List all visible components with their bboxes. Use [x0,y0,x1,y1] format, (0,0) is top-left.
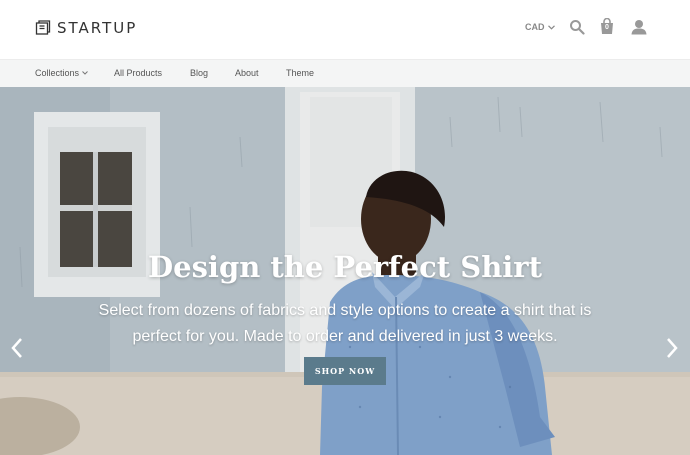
hero-subtitle-line: Select from dozens of fabrics and style … [98,302,592,319]
main-navigation: Collections All Products Blog About Them… [0,59,690,87]
logo[interactable]: STARTUP [35,19,137,37]
nav-item-label: Blog [190,68,209,78]
nav-item-label: All Products [114,68,163,78]
currency-selector[interactable]: CAD [525,22,555,32]
hero-title: Design the Perfect Shirt [148,250,542,284]
hero-slideshow: Design the Perfect Shirt Select from doz… [0,87,690,455]
logo-icon [35,20,51,35]
nav-item-theme[interactable]: Theme [286,68,314,78]
chevron-down-icon [82,71,88,75]
chevron-left-icon[interactable] [10,337,24,359]
nav-item-all-products[interactable]: All Products [114,68,162,78]
nav-item-label: Theme [286,68,315,78]
hero-subtitle: Select from dozens of fabrics and style … [75,298,615,350]
nav-item-collections[interactable]: Collections [35,68,88,78]
currency-label: CAD [525,22,545,32]
cart-button[interactable]: 0 [599,17,615,34]
site-header: STARTUP CAD 0 [0,0,690,59]
brand-name: STARTUP [57,19,138,37]
nav-item-label: About [235,68,259,78]
chevron-right-icon[interactable] [665,337,679,359]
hero-subtitle-line: perfect for you. Made to order and deliv… [132,328,558,345]
search-icon[interactable] [569,19,585,35]
nav-item-blog[interactable]: Blog [190,68,208,78]
chevron-down-icon [547,24,555,30]
cart-count: 0 [605,24,609,31]
nav-item-label: Collections [35,68,80,78]
nav-item-about[interactable]: About [235,68,259,78]
shop-now-button[interactable]: SHOP NOW [304,357,386,385]
user-icon[interactable] [631,19,647,35]
